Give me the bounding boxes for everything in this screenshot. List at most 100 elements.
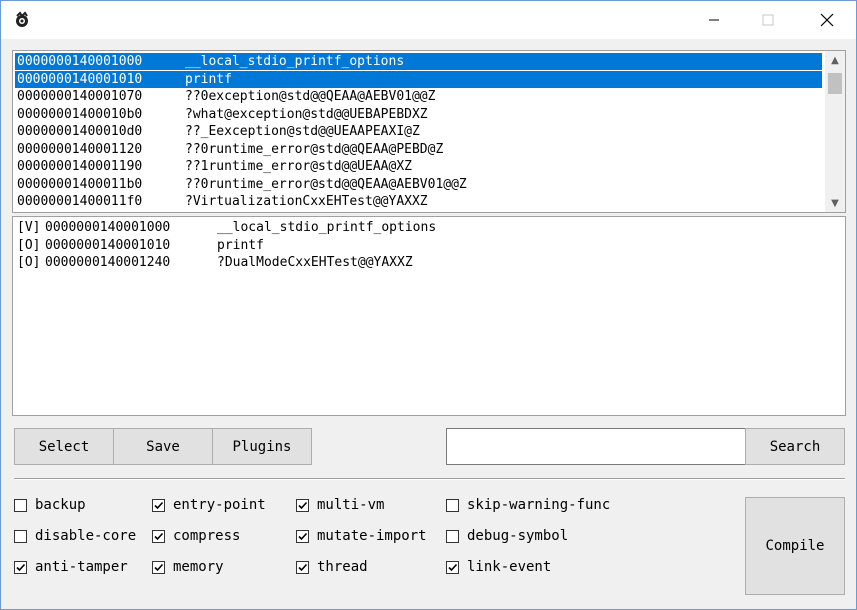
scrollbar-thumb[interactable]: [828, 73, 842, 94]
protection-tag: [O]: [17, 237, 41, 253]
option-label: link-event: [467, 559, 552, 575]
plugins-button[interactable]: Plugins: [212, 428, 312, 465]
option-disable-core[interactable]: disable-core: [14, 527, 136, 545]
option-skip-warning-func[interactable]: skip-warning-func: [446, 496, 610, 514]
option-thread[interactable]: thread: [296, 558, 368, 576]
close-icon: [820, 13, 834, 27]
option-label: memory: [173, 559, 224, 575]
function-row[interactable]: 00000001400011b0 ??0runtime_error@std@@QE…: [15, 176, 822, 193]
checkmark-icon: [154, 501, 164, 509]
option-label: entry-point: [173, 497, 266, 513]
checkmark-icon: [298, 563, 308, 571]
function-row[interactable]: 0000000140001000 __local_stdio_printf_opt…: [15, 53, 822, 70]
checkbox[interactable]: [14, 498, 27, 512]
function-address: 00000001400010d0: [17, 124, 143, 139]
option-backup[interactable]: backup: [14, 496, 86, 514]
option-label: skip-warning-func: [467, 497, 611, 513]
function-row[interactable]: 0000000140001190 ??1runtime_error@std@@UE…: [15, 158, 822, 175]
checkbox[interactable]: [446, 529, 459, 543]
function-address: 0000000140001240: [45, 255, 171, 270]
checkbox[interactable]: [296, 560, 309, 574]
chevron-up-icon: ▲: [831, 54, 839, 66]
checkbox[interactable]: [446, 560, 459, 574]
checkmark-icon: [154, 563, 164, 571]
maximize-icon: [762, 14, 774, 26]
function-symbol: __local_stdio_printf_options: [185, 54, 405, 69]
function-symbol: ??_Eexception@std@@UEAAPEAXI@Z: [185, 124, 420, 139]
function-address: 0000000140001010: [17, 71, 143, 87]
option-link-event[interactable]: link-event: [446, 558, 551, 576]
function-row[interactable]: 00000001400010d0 ??_Eexception@std@@UEAAP…: [15, 123, 822, 140]
checkmark-icon: [298, 501, 308, 509]
scroll-down-button[interactable]: ▼: [825, 194, 845, 212]
function-row[interactable]: 00000001400010b0 ?what@exception@std@@UEB…: [15, 106, 822, 123]
checkbox[interactable]: [152, 498, 165, 512]
checkmark-icon: [154, 532, 164, 540]
option-anti-tamper[interactable]: anti-tamper: [14, 558, 128, 576]
function-list[interactable]: ▲ ▼ 0000000140001000 __local_stdio_printf…: [12, 50, 846, 213]
option-multi-vm[interactable]: multi-vm: [296, 496, 384, 514]
function-address: 0000000140001000: [17, 54, 143, 69]
function-symbol: ?VirtualizationCxxEHTest@@YAXXZ: [185, 194, 428, 209]
save-button[interactable]: Save: [113, 428, 213, 465]
function-row[interactable]: 0000000140001120 ??0runtime_error@std@@QE…: [15, 141, 822, 158]
select-button[interactable]: Select: [14, 428, 114, 465]
function-symbol: printf: [185, 71, 232, 87]
maximize-button[interactable]: [745, 1, 791, 39]
minimize-button[interactable]: [691, 1, 737, 39]
function-symbol: ??1runtime_error@std@@UEAA@XZ: [185, 159, 412, 174]
function-address: 0000000140001000: [45, 220, 171, 235]
option-label: mutate-import: [317, 528, 427, 544]
function-address: 0000000140001190: [17, 159, 143, 174]
function-address: 0000000140001120: [17, 141, 143, 157]
option-label: debug-symbol: [467, 528, 569, 544]
compile-button[interactable]: Compile: [745, 497, 845, 595]
checkbox[interactable]: [152, 560, 165, 574]
function-row[interactable]: 0000000140001070 ??0exception@std@@QEAA@A…: [15, 88, 822, 105]
function-row[interactable]: 00000001400011f0 ?VirtualizationCxxEHTest…: [15, 193, 822, 210]
option-memory[interactable]: memory: [152, 558, 224, 576]
chevron-down-icon: ▼: [831, 197, 839, 209]
option-mutate-import[interactable]: mutate-import: [296, 527, 427, 545]
close-button[interactable]: [804, 1, 850, 39]
checkmark-icon: [16, 563, 26, 571]
checkbox[interactable]: [152, 529, 165, 543]
option-label: thread: [317, 559, 368, 575]
separator: [14, 478, 845, 480]
option-debug-symbol[interactable]: debug-symbol: [446, 527, 568, 545]
protection-tag: [V]: [17, 220, 41, 235]
checkmark-icon: [298, 532, 308, 540]
function-symbol: ?what@exception@std@@UEBAPEBDXZ: [185, 106, 428, 122]
protection-tag: [O]: [17, 255, 41, 270]
function-address: 00000001400010b0: [17, 106, 143, 122]
checkbox[interactable]: [296, 529, 309, 543]
checkbox[interactable]: [446, 498, 459, 512]
checkbox[interactable]: [14, 560, 27, 574]
option-compress[interactable]: compress: [152, 527, 240, 545]
title-bar[interactable]: [1, 1, 856, 39]
main-window: ▲ ▼ 0000000140001000 __local_stdio_printf…: [0, 0, 857, 610]
function-list-scrollbar[interactable]: ▲ ▼: [825, 51, 845, 212]
option-label: backup: [35, 497, 86, 513]
option-label: multi-vm: [317, 497, 385, 513]
checkmark-icon: [448, 563, 458, 571]
function-symbol: ??0runtime_error@std@@QEAA@PEBD@Z: [185, 141, 444, 157]
function-symbol: ?DualModeCxxEHTest@@YAXXZ: [217, 255, 413, 270]
function-address: 0000000140001010: [45, 237, 171, 253]
function-symbol: ??0runtime_error@std@@QEAA@AEBV01@@Z: [185, 176, 467, 192]
function-symbol: ??0exception@std@@QEAA@AEBV01@@Z: [185, 89, 436, 104]
checkbox[interactable]: [296, 498, 309, 512]
option-label: compress: [173, 528, 241, 544]
option-label: anti-tamper: [35, 559, 128, 575]
option-entry-point[interactable]: entry-point: [152, 496, 266, 514]
search-input[interactable]: [446, 428, 746, 465]
function-row[interactable]: 0000000140001010 printf: [15, 70, 822, 88]
function-address: 0000000140001070: [17, 89, 143, 104]
function-address: 00000001400011b0: [17, 176, 143, 192]
scroll-up-button[interactable]: ▲: [825, 51, 845, 69]
function-symbol: __local_stdio_printf_options: [217, 220, 437, 235]
selected-function-list[interactable]: [V] 0000000140001000 __local_stdio_printf_…: [12, 216, 846, 416]
option-label: disable-core: [35, 528, 137, 544]
checkbox[interactable]: [14, 529, 27, 543]
search-button[interactable]: Search: [745, 428, 845, 465]
